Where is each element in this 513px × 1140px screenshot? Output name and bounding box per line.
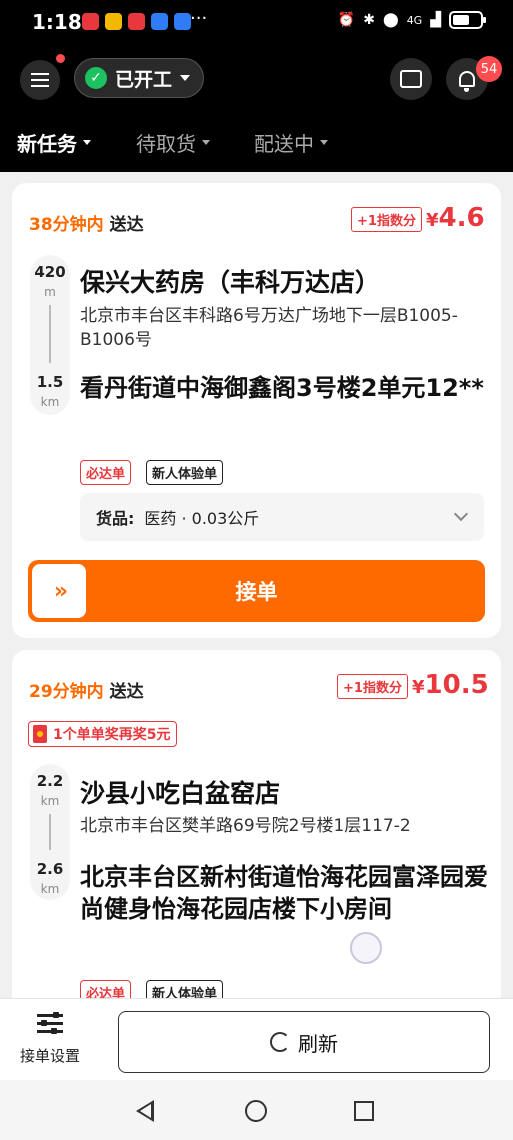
pickup-distance-unit: km (40, 794, 60, 808)
delivery-word: 送达 (109, 215, 144, 235)
home-icon[interactable] (245, 1100, 267, 1122)
app-icon-2 (105, 13, 122, 30)
route-line (49, 814, 51, 850)
goods-label: 货品: (96, 509, 135, 528)
settings-label: 接单设置 (19, 1047, 80, 1065)
bell-icon (459, 71, 475, 92)
check-icon: ✓ (85, 67, 107, 89)
sliders-icon (37, 1011, 63, 1035)
delivery-minutes: 29分钟内 (29, 682, 104, 702)
refresh-label: 刷新 (298, 1031, 338, 1056)
price-value: 4.6 (438, 203, 485, 233)
chevron-down-icon (180, 75, 191, 81)
notification-badge: 54 (476, 56, 502, 82)
app-icon-3 (128, 13, 145, 30)
goods-value: 医药 · 0.03公斤 (144, 509, 260, 528)
system-nav-bar (0, 1080, 513, 1140)
drop-distance: 1.5 (36, 373, 64, 391)
work-status-label: 已开工 (115, 68, 173, 91)
order-price: ¥4.6 (426, 203, 485, 233)
menu-button[interactable] (20, 60, 60, 100)
must-deliver-tag: 必达单 (80, 460, 132, 485)
bonus-label: 1个单单奖再奖5元 (53, 727, 171, 743)
more-notifications-icon: ··· (190, 8, 208, 29)
app-icon-1 (82, 13, 99, 30)
chevron-down-icon (320, 140, 328, 145)
destination-address: 看丹街道中海御鑫阁3号楼2单元12** (80, 374, 484, 402)
chevron-down-icon (202, 140, 210, 145)
task-tabs: 新任务 待取货 配送中 (0, 124, 513, 164)
bottom-action-bar: 接单设置 刷新 (0, 998, 513, 1080)
accept-label: 接单 (235, 580, 278, 604)
clock: 1:18 (32, 10, 82, 34)
newcomer-tag: 新人体验单 (146, 460, 224, 485)
index-score-tag: +1指数分 (351, 207, 422, 232)
destination-address: 北京丰台区新村街道怡海花园富泽园爱尚健身怡海花园店楼下小房间 (80, 863, 488, 923)
drop-distance-unit: km (40, 395, 60, 409)
currency-symbol: ¥ (412, 677, 425, 698)
red-envelope-icon (33, 725, 47, 743)
distance-column: 420 m 1.5 km (30, 255, 70, 415)
swipe-handle-icon[interactable]: » (32, 564, 86, 618)
app-icon-5 (174, 13, 191, 30)
delivery-word: 送达 (109, 682, 144, 702)
currency-symbol: ¥ (426, 210, 439, 231)
system-indicators: ⏰ ✱ ⬤ 4G ▟ (337, 11, 486, 29)
chevron-down-icon (453, 506, 469, 522)
drop-distance: 2.6 (36, 860, 64, 878)
order-card[interactable]: 38分钟内 送达 +1指数分 ¥4.6 420 m 1.5 km 保兴大药房（丰科… (12, 183, 501, 638)
goods-info[interactable]: 货品: 医药 · 0.03公斤 (80, 493, 484, 541)
chevron-down-icon (83, 140, 91, 145)
app-header: ✓ 已开工 54 新任务 待取货 配送中 (0, 44, 513, 172)
tab-label: 配送中 (254, 132, 314, 156)
pickup-distance: 420 (34, 263, 66, 281)
pickup-distance: 2.2 (36, 772, 64, 790)
network-label: 4G (406, 13, 423, 27)
delivery-time: 29分钟内 送达 (29, 677, 144, 702)
id-card-icon (400, 70, 422, 88)
delivery-time: 38分钟内 送达 (29, 210, 144, 235)
order-card[interactable]: 29分钟内 送达 +1指数分 ¥10.5 1个单单奖再奖5元 2.2 km 2.6… (12, 650, 501, 1010)
signal-icon: ▟ (430, 12, 441, 28)
order-settings-button[interactable]: 接单设置 (12, 1011, 88, 1066)
id-card-button[interactable] (390, 58, 432, 100)
shop-name: 保兴大药房（丰科万达店） (80, 268, 381, 297)
accept-order-button[interactable]: » 接单 (28, 560, 485, 622)
price-value: 10.5 (424, 670, 489, 700)
location-icon: ⬤ (383, 12, 399, 28)
shop-name: 沙县小吃白盆窑店 (80, 779, 281, 808)
pickup-distance-unit: m (44, 285, 56, 299)
bonus-tag: 1个单单奖再奖5元 (28, 721, 178, 747)
shop-address: 北京市丰台区丰科路6号万达广场地下一层B1005-B1006号 (80, 306, 458, 350)
index-score-tag: +1指数分 (337, 674, 408, 699)
touch-indicator (350, 932, 382, 964)
tab-to-pickup[interactable]: 待取货 (136, 128, 210, 157)
tab-label: 待取货 (136, 132, 196, 156)
alarm-icon: ⏰ (337, 12, 356, 28)
hamburger-icon (31, 73, 49, 87)
app-icon-4 (151, 13, 168, 30)
bluetooth-icon: ✱ (363, 12, 376, 28)
shop-address: 北京市丰台区樊羊路69号院2号楼1层117-2 (80, 816, 411, 836)
menu-unread-dot (56, 54, 65, 63)
tab-label: 新任务 (17, 132, 77, 156)
back-icon[interactable] (136, 1100, 154, 1122)
order-price: ¥10.5 (412, 670, 489, 700)
battery-icon (449, 11, 486, 29)
refresh-button[interactable]: 刷新 (118, 1011, 490, 1073)
notification-app-icons (82, 13, 191, 30)
recent-apps-icon[interactable] (354, 1101, 374, 1121)
work-status-toggle[interactable]: ✓ 已开工 (74, 58, 204, 98)
refresh-icon (270, 1032, 290, 1052)
tab-delivering[interactable]: 配送中 (254, 128, 328, 157)
route-line (49, 305, 51, 363)
status-bar: 1:18 ··· ⏰ ✱ ⬤ 4G ▟ (0, 0, 513, 44)
drop-distance-unit: km (40, 882, 60, 896)
delivery-minutes: 38分钟内 (29, 215, 104, 235)
tab-new-tasks[interactable]: 新任务 (17, 128, 91, 157)
distance-column: 2.2 km 2.6 km (30, 764, 70, 900)
